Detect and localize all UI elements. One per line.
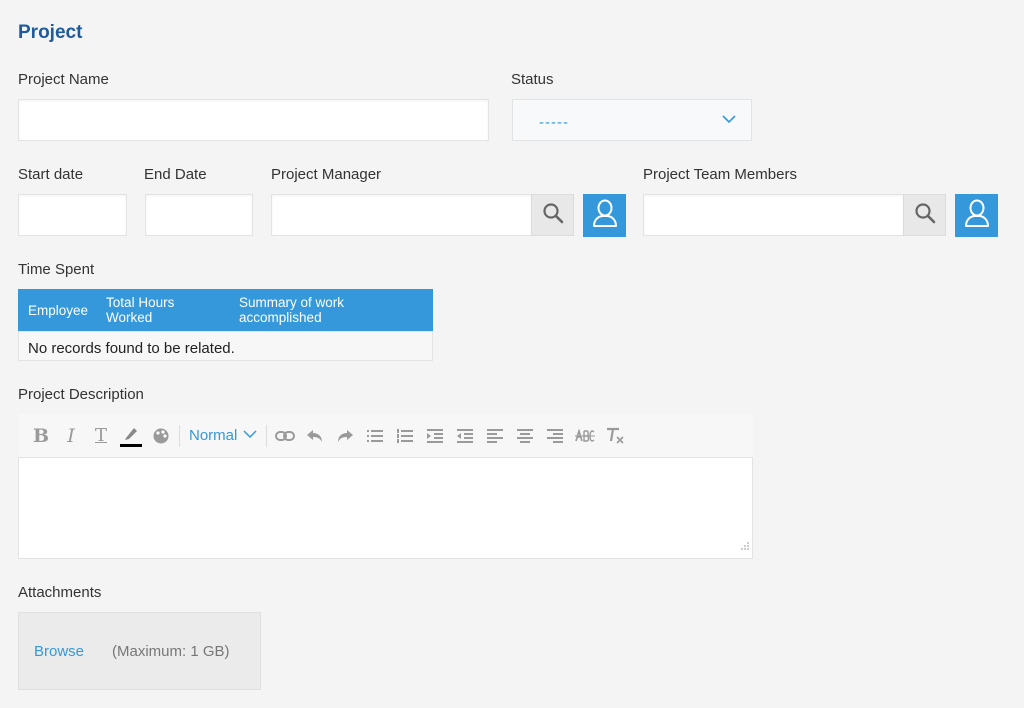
project-manager-label: Project Manager bbox=[271, 166, 382, 183]
status-label: Status bbox=[511, 71, 554, 88]
project-name-label: Project Name bbox=[18, 71, 109, 88]
status-value: ----- bbox=[539, 114, 569, 131]
browse-button[interactable]: Browse bbox=[34, 643, 84, 660]
resize-handle-icon[interactable] bbox=[740, 538, 750, 556]
time-spent-empty-row: No records found to be related. bbox=[18, 331, 433, 361]
align-center-icon[interactable] bbox=[510, 421, 540, 451]
chevron-down-icon bbox=[721, 112, 737, 131]
text-format-icon[interactable]: T bbox=[86, 421, 116, 451]
attachments-label: Attachments bbox=[18, 584, 102, 601]
toolbar-divider bbox=[179, 424, 180, 447]
team-members-input[interactable] bbox=[643, 194, 904, 236]
column-header-total-hours[interactable]: Total Hours Worked bbox=[106, 295, 221, 325]
project-name-input[interactable] bbox=[18, 99, 489, 141]
section-title: Project bbox=[18, 22, 83, 43]
redo-icon[interactable] bbox=[330, 421, 360, 451]
user-icon bbox=[591, 198, 619, 233]
numbered-list-icon[interactable] bbox=[390, 421, 420, 451]
team-members-label: Project Team Members bbox=[643, 166, 797, 183]
italic-icon[interactable]: I bbox=[56, 421, 86, 451]
search-icon bbox=[542, 202, 564, 229]
font-size-value: Normal bbox=[189, 427, 238, 444]
project-manager-input[interactable] bbox=[271, 194, 532, 236]
align-left-icon[interactable] bbox=[480, 421, 510, 451]
font-size-select[interactable]: Normal bbox=[183, 427, 263, 444]
search-icon bbox=[914, 202, 936, 229]
team-members-search-button[interactable] bbox=[903, 194, 946, 236]
link-icon[interactable] bbox=[270, 421, 300, 451]
outdent-icon[interactable] bbox=[450, 421, 480, 451]
column-header-employee[interactable]: Employee bbox=[28, 303, 88, 318]
indent-icon[interactable] bbox=[420, 421, 450, 451]
user-icon bbox=[963, 198, 991, 233]
empty-message: No records found to be related. bbox=[28, 340, 235, 357]
team-members-user-button[interactable] bbox=[955, 194, 998, 237]
status-select[interactable]: ----- bbox=[512, 99, 752, 141]
max-size-note: (Maximum: 1 GB) bbox=[112, 643, 230, 660]
attachments-dropzone: Browse (Maximum: 1 GB) bbox=[18, 612, 261, 690]
end-date-label: End Date bbox=[144, 166, 207, 183]
start-date-label: Start date bbox=[18, 166, 84, 183]
strikethrough-icon[interactable] bbox=[570, 421, 600, 451]
bold-icon[interactable]: B bbox=[26, 421, 56, 451]
clear-format-icon[interactable] bbox=[600, 421, 630, 451]
time-spent-table-header: Employee Total Hours Worked Summary of w… bbox=[18, 289, 433, 331]
project-description-label: Project Description bbox=[18, 386, 144, 403]
end-date-input[interactable] bbox=[145, 194, 253, 236]
start-date-input[interactable] bbox=[18, 194, 127, 236]
description-editor[interactable] bbox=[18, 457, 753, 559]
time-spent-label: Time Spent bbox=[18, 261, 95, 278]
project-manager-search-button[interactable] bbox=[531, 194, 574, 236]
toolbar-divider bbox=[266, 424, 268, 447]
chevron-down-icon bbox=[243, 427, 257, 444]
undo-icon[interactable] bbox=[300, 421, 330, 451]
editor-toolbar: B I T Normal bbox=[18, 414, 753, 457]
text-color-icon[interactable] bbox=[116, 421, 146, 451]
background-color-icon[interactable] bbox=[146, 421, 176, 451]
align-right-icon[interactable] bbox=[540, 421, 570, 451]
column-header-summary[interactable]: Summary of work accomplished bbox=[239, 295, 425, 325]
bullet-list-icon[interactable] bbox=[360, 421, 390, 451]
project-manager-user-button[interactable] bbox=[583, 194, 626, 237]
